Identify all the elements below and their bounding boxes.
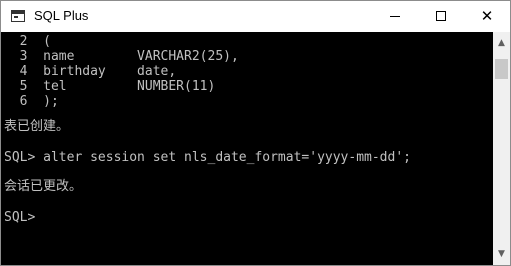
vertical-scrollbar[interactable]: ▲ ▼ — [493, 32, 510, 265]
window-title: SQL Plus — [34, 8, 89, 23]
console-window-icon — [11, 10, 25, 22]
minimize-icon — [390, 16, 400, 17]
sqlplus-window: SQL Plus ✕ 2 ( 3 name VARCHAR2(25), 4 bi… — [0, 0, 511, 266]
console-line: 6 ); — [4, 94, 59, 109]
scroll-up-arrow-icon[interactable]: ▲ — [493, 36, 510, 50]
console-line-status: 表已创建。 — [4, 119, 70, 134]
console-line: 3 name VARCHAR2(25), — [4, 49, 239, 64]
scroll-thumb[interactable] — [495, 59, 508, 79]
maximize-icon — [436, 11, 446, 21]
console-output[interactable]: 2 ( 3 name VARCHAR2(25), 4 birthday date… — [1, 32, 493, 265]
console-line: 2 ( — [4, 34, 51, 49]
scroll-down-arrow-icon[interactable]: ▼ — [493, 247, 510, 261]
maximize-button[interactable] — [418, 1, 464, 32]
console-line: 4 birthday date, — [4, 64, 177, 79]
title-bar[interactable]: SQL Plus ✕ — [1, 1, 510, 32]
console-line: 5 tel NUMBER(11) — [4, 79, 216, 94]
console-prompt[interactable]: SQL> — [4, 210, 35, 225]
close-icon: ✕ — [480, 7, 494, 25]
close-button[interactable]: ✕ — [464, 1, 510, 32]
console-line-status: 会话已更改。 — [4, 179, 83, 194]
console-line-command: SQL> alter session set nls_date_format='… — [4, 150, 411, 165]
minimize-button[interactable] — [372, 1, 418, 32]
